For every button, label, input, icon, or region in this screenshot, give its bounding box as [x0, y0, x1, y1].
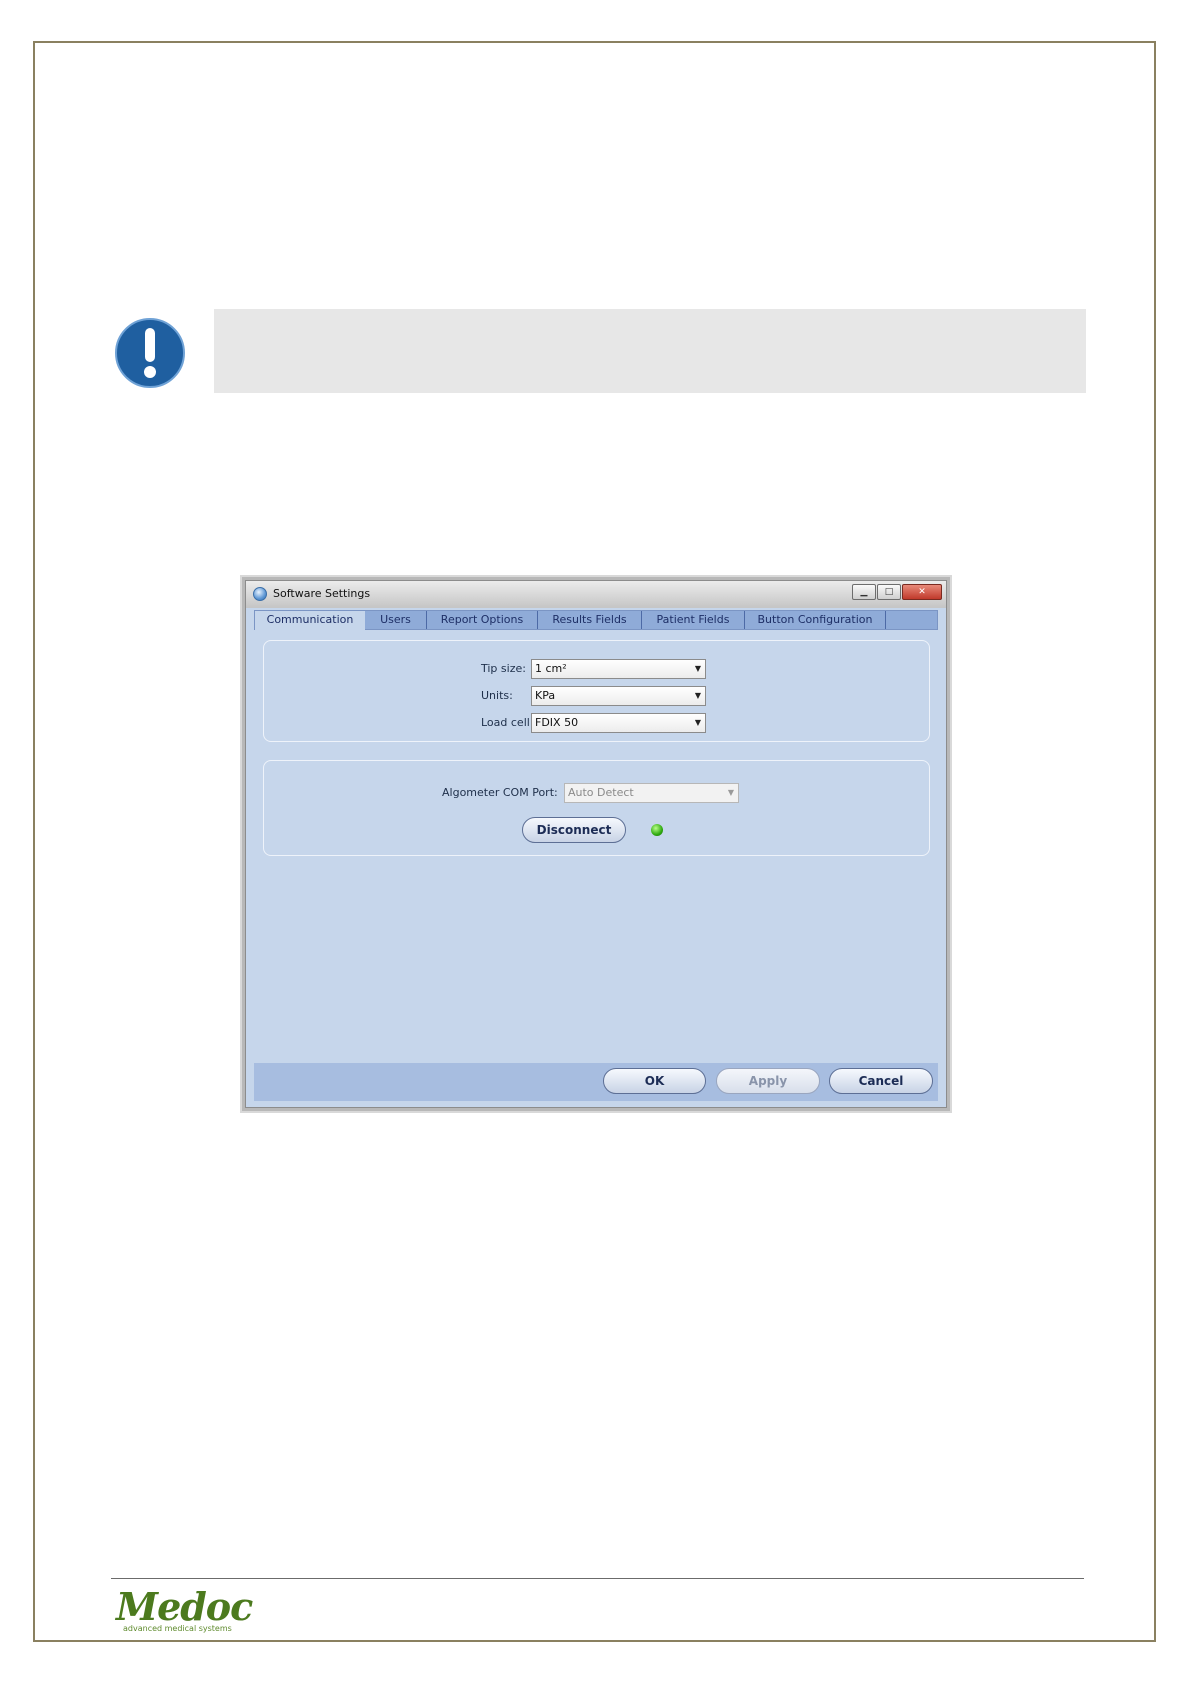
tip-size-label: Tip size: [481, 662, 526, 675]
apply-button[interactable]: Apply [716, 1068, 820, 1094]
chevron-down-icon: ▼ [727, 788, 734, 797]
tab-results-fields[interactable]: Results Fields [538, 611, 642, 629]
chevron-down-icon: ▼ [694, 691, 701, 700]
chevron-down-icon: ▼ [694, 664, 701, 673]
load-cell-dropdown[interactable]: FDIX 50 ▼ [531, 713, 706, 733]
medoc-logo: Medoc [116, 1584, 253, 1629]
load-cell-label: Load cell [481, 716, 530, 729]
disconnect-button[interactable]: Disconnect [522, 817, 626, 843]
com-port-value: Auto Detect [568, 786, 634, 799]
tab-users[interactable]: Users [365, 611, 427, 629]
notice-box [214, 309, 1086, 393]
logo-tagline: advanced medical systems [123, 1624, 232, 1633]
app-icon [253, 587, 267, 601]
window-title: Software Settings [273, 587, 371, 600]
tab-patient-fields[interactable]: Patient Fields [642, 611, 745, 629]
tab-button-configuration[interactable]: Button Configuration [745, 611, 886, 629]
title-bar[interactable]: Software Settings ▁ □ ✕ [246, 581, 946, 608]
com-port-dropdown[interactable]: Auto Detect ▼ [564, 783, 739, 803]
com-port-label: Algometer COM Port: [442, 786, 558, 799]
tab-communication[interactable]: Communication [255, 611, 365, 630]
units-label: Units: [481, 689, 513, 702]
ok-button[interactable]: OK [603, 1068, 706, 1094]
tab-strip: Communication Users Report Options Resul… [254, 610, 938, 630]
units-dropdown[interactable]: KPa ▼ [531, 686, 706, 706]
software-settings-dialog: Software Settings ▁ □ ✕ Communication Us… [245, 580, 947, 1108]
tab-report-options[interactable]: Report Options [427, 611, 538, 629]
footer-rule [111, 1578, 1084, 1579]
exclamation-icon [115, 318, 185, 388]
tip-size-dropdown[interactable]: 1 cm² ▼ [531, 659, 706, 679]
close-icon[interactable]: ✕ [902, 584, 942, 600]
maximize-icon[interactable]: □ [877, 584, 901, 600]
connection-status-icon [651, 824, 663, 836]
units-value: KPa [535, 689, 556, 702]
minimize-icon[interactable]: ▁ [852, 584, 876, 600]
chevron-down-icon: ▼ [694, 718, 701, 727]
load-cell-value: FDIX 50 [535, 716, 579, 729]
cancel-button[interactable]: Cancel [829, 1068, 933, 1094]
tip-size-value: 1 cm² [535, 662, 567, 675]
